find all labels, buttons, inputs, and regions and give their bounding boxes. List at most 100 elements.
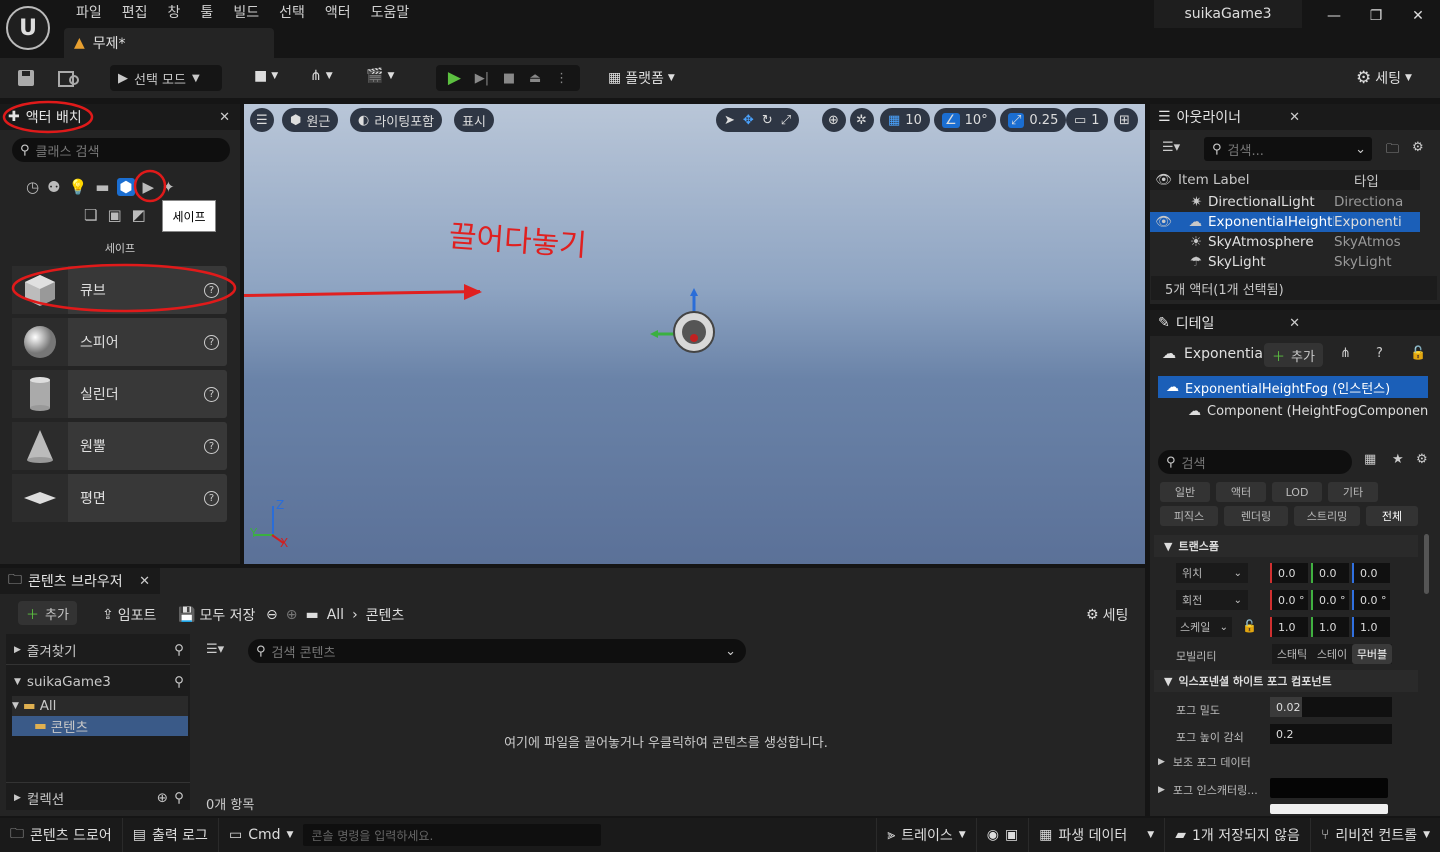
scale-tool-icon[interactable]: ⤢ (781, 113, 791, 128)
gear-icon[interactable]: ⚙ (1412, 140, 1424, 155)
help-icon[interactable]: ? (204, 386, 219, 402)
blueprint-icon[interactable]: ⋔ ▼ (310, 68, 333, 84)
rotation-y-field[interactable]: 0.0 ° (1311, 590, 1349, 610)
filter-physics[interactable]: 피직스 (1160, 506, 1218, 526)
play-icon[interactable]: ▶ (448, 68, 461, 88)
rotate-tool-icon[interactable]: ↻ (762, 113, 773, 128)
forward-icon[interactable]: ⊕ (286, 607, 298, 623)
scale-z-field[interactable]: 1.0 (1352, 617, 1390, 637)
volumes-icon[interactable]: ❏ (84, 206, 97, 224)
outliner-row-selected[interactable]: 👁 ☁ ExponentialHeightF Exponenti (1150, 212, 1420, 232)
gear-icon[interactable]: ⚙ (1416, 452, 1428, 467)
record-icon[interactable]: ◉ (987, 827, 999, 843)
layout-icon[interactable]: ⊞ (1114, 108, 1138, 132)
shape-item-plane[interactable]: 평면 ? (12, 474, 227, 522)
add-content-button[interactable]: ＋ 추가 (18, 601, 77, 625)
mobility-stationary[interactable]: 스테이 (1312, 644, 1352, 664)
menu-edit[interactable]: 편집 (112, 3, 158, 23)
content-search-input[interactable]: ⚲ 검색 콘텐츠 ⌄ (248, 639, 746, 663)
add-actor-icon[interactable]: ■ ▼ (254, 68, 278, 84)
move-tool-icon[interactable]: ✥ (743, 113, 754, 128)
shape-item-cone[interactable]: 원뿔 ? (12, 422, 227, 470)
scale-dropdown[interactable]: 스케일 ⌄ (1176, 617, 1232, 637)
outliner-row[interactable]: ☂ SkyLight SkyLight (1150, 252, 1420, 272)
cinematics-icon[interactable]: 🎬 ▼ (366, 68, 394, 84)
lighting-button[interactable]: ◐ 라이팅포함 (350, 108, 443, 132)
tree-all[interactable]: ▼ ▬ All (12, 696, 188, 716)
star-icon[interactable]: ★ (1392, 452, 1404, 467)
help-icon[interactable]: ? (1376, 346, 1383, 361)
import-button[interactable]: ⇪ 임포트 (102, 605, 156, 625)
step-icon[interactable]: ▶| (475, 71, 489, 86)
outliner-tab[interactable]: ☰ 아웃라이너 ✕ (1150, 104, 1440, 130)
fog-actor-gizmo[interactable] (646, 286, 726, 362)
show-button[interactable]: 표시 (454, 108, 494, 132)
color-swatch[interactable] (1270, 804, 1388, 814)
revision-control-button[interactable]: ⑂ 리비전 컨트롤 ▼ (1311, 818, 1440, 852)
eject-icon[interactable]: ⏏ (529, 71, 541, 86)
collections-row[interactable]: ▶ 컬렉션 ⊕ ⚲ (14, 788, 184, 808)
cmd-dropdown[interactable]: ▭ Cmd ▼ (219, 818, 303, 852)
outliner-row[interactable]: ☀ SkyAtmosphere SkyAtmos (1150, 232, 1420, 252)
platform-button[interactable]: ▦ 플랫폼 ▼ (608, 68, 675, 88)
help-icon[interactable]: ? (204, 490, 219, 506)
help-icon[interactable]: ? (204, 438, 219, 454)
close-tab-icon[interactable]: ✕ (1289, 316, 1300, 331)
path-all[interactable]: All (327, 607, 344, 623)
eye-icon[interactable]: 👁 (1150, 172, 1178, 188)
lights-icon[interactable]: 💡 (69, 178, 88, 196)
unsaved-button[interactable]: ▰ 1개 저장되지 않음 (1165, 818, 1311, 852)
mesh-icon[interactable]: ◩ (132, 206, 146, 224)
eye-icon[interactable]: 👁 (1150, 214, 1178, 230)
search-icon[interactable]: ⚲ (174, 674, 184, 690)
inscattering-color-swatch[interactable] (1270, 778, 1388, 798)
screenshot-icon[interactable]: ▣ (1005, 827, 1018, 843)
component-row[interactable]: ☁ Component (HeightFogComponent0 (1158, 400, 1428, 422)
mobility-static[interactable]: 스태틱 (1272, 644, 1312, 664)
select-mode-button[interactable]: ▶ 선택 모드 ▼ (110, 65, 222, 91)
table-view-icon[interactable]: ▦ (1364, 452, 1376, 467)
select-tool-icon[interactable]: ➤ (724, 113, 735, 128)
derived-data-button[interactable]: ▦ 파생 데이터 ▼ (1029, 818, 1166, 852)
close-icon[interactable]: ✕ (1398, 4, 1438, 28)
camera-speed-button[interactable]: ▭ 1 (1066, 108, 1108, 132)
document-tab[interactable]: ▲ 무제* (64, 28, 274, 58)
add-collection-icon[interactable]: ⊕ (157, 790, 168, 806)
details-search-input[interactable]: ⚲ 검색 (1158, 450, 1352, 474)
cinematic-icon[interactable]: ▬ (95, 178, 109, 196)
search-icon[interactable]: ⚲ (174, 790, 184, 806)
location-z-field[interactable]: 0.0 (1352, 563, 1390, 583)
favorites-row[interactable]: ▶ 즐겨찾기 ⚲ (14, 640, 184, 660)
output-log-button[interactable]: ▤ 출력 로그 (123, 818, 219, 852)
location-y-field[interactable]: 0.0 (1311, 563, 1349, 583)
filter-lod[interactable]: LOD (1272, 482, 1322, 502)
browse-icon[interactable] (58, 68, 80, 88)
lock-icon[interactable]: 🔓 (1410, 346, 1426, 361)
search-icon[interactable]: ⚲ (174, 642, 184, 658)
trace-button[interactable]: ⫸ 트레이스 ▼ (876, 818, 977, 852)
surface-snap-icon[interactable]: ✲ (850, 108, 874, 132)
scrollbar[interactable] (1424, 534, 1429, 594)
level-viewport[interactable]: ☰ ⬢ 원근 ◐ 라이팅포함 표시 ➤ ✥ ↻ ⤢ ⊕ ✲ ▦ 10 ∠ 10° ⤢ 0.… (244, 104, 1145, 564)
mobility-movable[interactable]: 무버블 (1352, 644, 1392, 664)
settings-button[interactable]: ⚙ 세팅 ▼ (1356, 68, 1412, 88)
actor-name-field[interactable]: Exponentia (1184, 346, 1263, 362)
grid-snap-button[interactable]: ▦ 10 (880, 108, 930, 132)
menu-window[interactable]: 창 (158, 3, 191, 23)
filter-actor[interactable]: 액터 (1216, 482, 1266, 502)
path-content[interactable]: 콘텐츠 (366, 605, 405, 625)
shape-item-cylinder[interactable]: 실린더 ? (12, 370, 227, 418)
details-tab[interactable]: ✎ 디테일 ✕ (1150, 310, 1440, 336)
outliner-row[interactable]: ✷ DirectionalLight Directiona (1150, 192, 1420, 212)
menu-select[interactable]: 선택 (269, 3, 315, 23)
transform-section[interactable]: ▼ 트랜스폼 (1154, 535, 1418, 557)
blueprint-icon[interactable]: ⋔ (1340, 346, 1351, 361)
filter-rendering[interactable]: 렌더링 (1224, 506, 1288, 526)
col-item-label[interactable]: Item Label (1178, 172, 1354, 188)
tree-content[interactable]: ▬ 콘텐츠 (12, 716, 188, 736)
geometry-icon[interactable]: ▣ (107, 206, 121, 224)
save-all-button[interactable]: 💾 모두 저장 (178, 605, 255, 625)
project-row[interactable]: ▼ suikaGame3 ⚲ (14, 672, 184, 692)
add-folder-icon[interactable]: 🗀 (1386, 140, 1399, 162)
restore-icon[interactable]: ❐ (1356, 4, 1396, 28)
